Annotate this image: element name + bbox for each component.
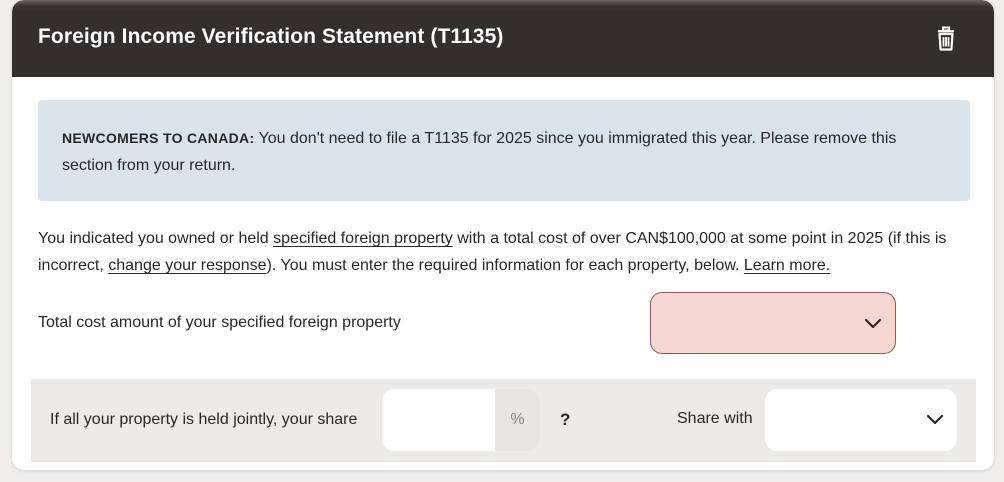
percent-addon: % bbox=[495, 389, 540, 451]
trash-icon[interactable] bbox=[933, 26, 959, 52]
chevron-down-icon bbox=[864, 318, 882, 329]
section-title: Foreign Income Verification Statement (T… bbox=[38, 25, 504, 48]
learn-more-link[interactable]: Learn more. bbox=[744, 257, 830, 274]
share-with-select[interactable] bbox=[765, 389, 957, 451]
change-response-link[interactable]: change your response bbox=[108, 257, 266, 274]
intro-text-3: ). You must enter the required informati… bbox=[266, 257, 744, 274]
notice-heading: NEWCOMERS TO CANADA: bbox=[62, 130, 255, 146]
share-with-label: Share with bbox=[677, 410, 753, 427]
notice-text: NEWCOMERS TO CANADA: You don't need to f… bbox=[62, 125, 942, 179]
specified-foreign-property-link[interactable]: specified foreign property bbox=[273, 230, 453, 247]
section-header: Foreign Income Verification Statement (T… bbox=[12, 0, 994, 77]
newcomer-notice: NEWCOMERS TO CANADA: You don't need to f… bbox=[38, 100, 970, 201]
chevron-down-icon bbox=[926, 414, 944, 425]
intro-text-1: You indicated you owned or held bbox=[38, 230, 274, 247]
joint-ownership-row: If all your property is held jointly, yo… bbox=[31, 379, 976, 462]
share-percent-field: % bbox=[382, 389, 540, 451]
total-cost-select[interactable] bbox=[650, 292, 896, 354]
joint-share-label: If all your property is held jointly, yo… bbox=[50, 411, 358, 428]
intro-paragraph: You indicated you owned or held specifie… bbox=[38, 225, 968, 279]
total-cost-label: Total cost amount of your specified fore… bbox=[38, 314, 401, 331]
help-icon[interactable]: ? bbox=[560, 410, 570, 430]
share-percent-input[interactable] bbox=[382, 389, 494, 451]
t1135-card: Foreign Income Verification Statement (T… bbox=[12, 0, 994, 470]
